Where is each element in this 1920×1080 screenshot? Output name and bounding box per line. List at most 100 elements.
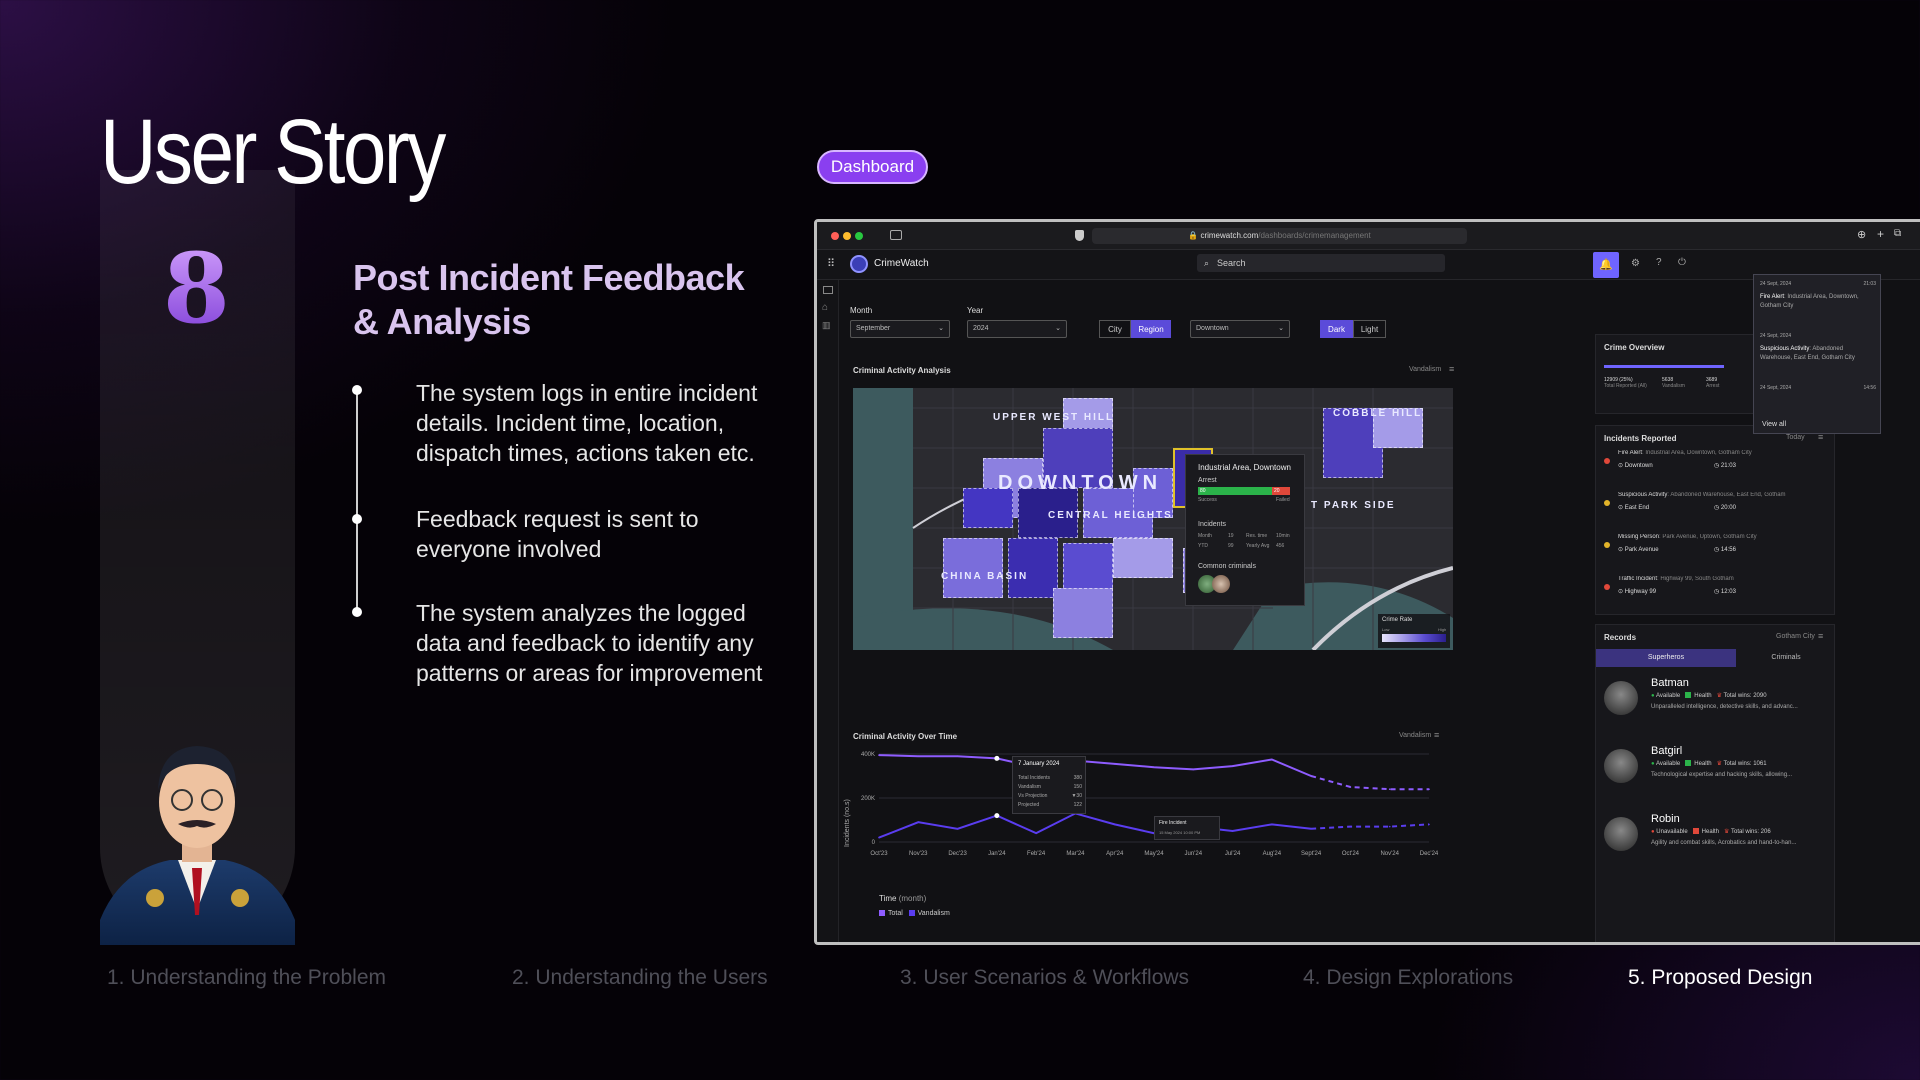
- data-point[interactable]: [917, 821, 920, 823]
- nav-records-icon[interactable]: ▥: [822, 320, 831, 331]
- data-point[interactable]: [1388, 825, 1391, 828]
- data-point[interactable]: [1113, 763, 1116, 765]
- notification-item[interactable]: 24 Sept, 2024 14:56: [1760, 385, 1876, 397]
- data-point[interactable]: [1231, 765, 1234, 767]
- incident-area-text: Park Avenue: [1624, 547, 1659, 553]
- logout-icon[interactable]: ⏻: [1678, 257, 1686, 268]
- step-5-active[interactable]: 5. Proposed Design: [1628, 966, 1812, 990]
- data-point[interactable]: [1310, 775, 1312, 777]
- year-select[interactable]: 2024 ⌄: [967, 320, 1067, 338]
- clock-icon: ◷: [1714, 589, 1721, 595]
- data-point[interactable]: [1035, 832, 1037, 834]
- data-point[interactable]: [1271, 758, 1273, 761]
- crime-map[interactable]: UPPER WEST HILL DOWNTOWN CENTRAL HEIGHTS…: [853, 388, 1453, 650]
- status-dot-icon: ●: [1651, 693, 1655, 699]
- data-point[interactable]: [878, 754, 880, 756]
- map-region[interactable]: [1063, 543, 1113, 593]
- data-point[interactable]: [1349, 825, 1352, 828]
- download-icon[interactable]: ⊕: [1857, 228, 1866, 241]
- data-point[interactable]: [1388, 788, 1391, 790]
- step-1[interactable]: 1. Understanding the Problem: [107, 966, 386, 990]
- data-point[interactable]: [1231, 830, 1234, 832]
- menu-icon[interactable]: ≡: [1818, 631, 1823, 641]
- notification-bell-icon[interactable]: 🔔: [1593, 252, 1619, 278]
- hero-card[interactable]: Batgirl ● Available Health ♛ Total wins:…: [1596, 741, 1826, 795]
- data-point[interactable]: [1428, 823, 1430, 826]
- fire-tooltip-title: Fire Incident: [1159, 820, 1187, 826]
- map-label-china-basin: CHINA BASIN: [941, 571, 1029, 582]
- criminal-avatar[interactable]: [1212, 575, 1230, 593]
- map-region[interactable]: [1053, 588, 1113, 638]
- data-point[interactable]: [1271, 823, 1273, 826]
- theme-dark-button[interactable]: Dark: [1320, 320, 1353, 338]
- sidebar-toggle-icon[interactable]: [890, 230, 902, 240]
- menu-icon[interactable]: ≡: [1434, 730, 1439, 740]
- settings-gear-icon[interactable]: ⚙: [1631, 258, 1640, 269]
- data-point[interactable]: [1310, 828, 1312, 830]
- data-point[interactable]: [917, 755, 920, 757]
- search-input[interactable]: ⌕ Search: [1197, 254, 1445, 272]
- data-point[interactable]: [994, 813, 1000, 819]
- step-4[interactable]: 4. Design Explorations: [1303, 966, 1513, 990]
- menu-icon[interactable]: ≡: [1449, 364, 1454, 374]
- step-3[interactable]: 3. User Scenarios & Workflows: [900, 966, 1189, 990]
- data-point[interactable]: [994, 755, 1000, 761]
- activity-filter[interactable]: Vandalism: [1409, 366, 1441, 373]
- incident-area-text: Highway 99: [1624, 589, 1657, 595]
- data-point[interactable]: [1428, 788, 1430, 790]
- crimewatch-logo-icon: [850, 255, 868, 273]
- maximize-window-icon[interactable]: [855, 232, 863, 240]
- data-point[interactable]: [1153, 766, 1155, 768]
- incident-area: ⊙ Downtown: [1618, 462, 1653, 469]
- nav-home-icon[interactable]: ⌂: [822, 302, 828, 313]
- step-2[interactable]: 2. Understanding the Users: [512, 966, 768, 990]
- tooltip-row: Vs Projection ▼30: [1018, 793, 1082, 799]
- activity-time-filter[interactable]: Vandalism: [1399, 732, 1431, 739]
- incident-type: Fire Alert: [1618, 450, 1643, 456]
- data-point[interactable]: [1349, 786, 1352, 788]
- close-window-icon[interactable]: [831, 232, 839, 240]
- data-point[interactable]: [1192, 768, 1195, 771]
- incidents-filter[interactable]: Today: [1786, 434, 1805, 441]
- tab-superheros[interactable]: Superheros: [1596, 649, 1736, 667]
- hero-meta: ● Available Health ♛ Total wins: 1061: [1651, 760, 1767, 767]
- stat-res-time-label: Res. time: [1246, 533, 1268, 539]
- year-label: Year: [967, 306, 984, 315]
- region-select[interactable]: Downtown ⌄: [1190, 320, 1290, 338]
- notification-date: 24 Sept, 2024: [1760, 333, 1792, 339]
- notification-item[interactable]: 24 Sept, 2024 21:03 Fire Alert: Industria…: [1760, 281, 1876, 311]
- scope-city-button[interactable]: City: [1099, 320, 1131, 338]
- hero-avatar: [1604, 749, 1638, 783]
- health-icon: [1692, 828, 1699, 835]
- view-all-link[interactable]: View all: [1762, 421, 1786, 428]
- hero-card[interactable]: Robin ● Unavailable Health ♛ Total wins:…: [1596, 809, 1826, 863]
- notification-item[interactable]: 24 Sept, 2024 Suspicious Activity: Aband…: [1760, 333, 1876, 363]
- data-point[interactable]: [956, 828, 959, 830]
- x-axis-unit: (month): [898, 894, 927, 903]
- tab-criminals[interactable]: Criminals: [1736, 649, 1836, 667]
- map-region[interactable]: [1113, 538, 1173, 578]
- address-bar[interactable]: 🔒 crimewatch.com/dashboards/crimemanagem…: [1092, 228, 1467, 244]
- incident-stats-2: YTD 99 Yearly Avg 456: [1198, 543, 1298, 549]
- nav-dashboard-icon[interactable]: [823, 286, 833, 294]
- data-point[interactable]: [956, 755, 959, 757]
- hero-card[interactable]: Batman ● Available Health ♛ Total wins: …: [1596, 673, 1826, 727]
- stat-ytd-value: 99: [1228, 543, 1234, 549]
- data-point[interactable]: [1113, 823, 1116, 826]
- help-icon[interactable]: ?: [1656, 257, 1662, 268]
- apps-grid-icon[interactable]: ⠿: [827, 257, 835, 270]
- stat-month-label: Month: [1198, 533, 1212, 539]
- tabs-overview-icon[interactable]: ⧉: [1894, 228, 1901, 239]
- data-point[interactable]: [878, 836, 880, 839]
- new-tab-icon[interactable]: +: [1877, 227, 1884, 241]
- month-select[interactable]: September ⌄: [850, 320, 950, 338]
- health-icon: [1685, 760, 1692, 767]
- theme-light-button[interactable]: Light: [1353, 320, 1386, 338]
- bullet-text: Feedback request is sent to everyone inv…: [416, 506, 699, 562]
- records-filter[interactable]: Gotham City: [1776, 633, 1815, 640]
- minimize-window-icon[interactable]: [843, 232, 851, 240]
- map-region[interactable]: [943, 538, 1003, 598]
- series-line-projected: [1310, 775, 1429, 791]
- scope-region-button[interactable]: Region: [1131, 320, 1171, 338]
- map-region[interactable]: [1008, 538, 1058, 598]
